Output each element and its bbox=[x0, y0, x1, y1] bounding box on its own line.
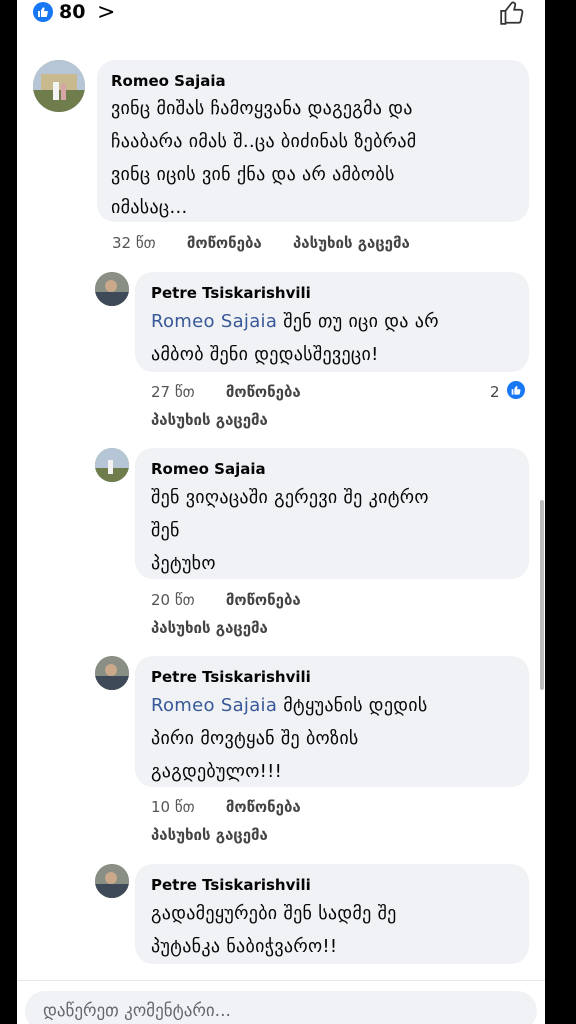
avatar[interactable] bbox=[33, 60, 85, 112]
comment-actions: 27 წთ მოწონება bbox=[151, 383, 327, 401]
comment-actions-2: პასუხის გაცემა bbox=[151, 826, 294, 844]
comment-actions: 32 წთ მოწონება პასუხის გაცემა bbox=[112, 234, 436, 252]
avatar[interactable] bbox=[95, 864, 129, 898]
comment-author[interactable]: Petre Tsiskarishvili bbox=[151, 876, 311, 894]
comment-bubble: Petre Tsiskarishvili Romeo Sajaia მტყუან… bbox=[135, 656, 529, 787]
comment-input-placeholder: დაწერეთ კომენტარი... bbox=[43, 1001, 231, 1021]
like-button[interactable]: მოწონება bbox=[226, 798, 301, 816]
comment-text: გადამეყურები შენ სადმე შე პუტანკა ნაბიჭვ… bbox=[151, 903, 397, 957]
scrollbar[interactable] bbox=[540, 500, 544, 690]
avatar[interactable] bbox=[95, 656, 129, 690]
comment-text: შენ ვიღაცაში გერევი შე კიტრო შენ პეტუხო bbox=[151, 487, 429, 574]
comment-composer: დაწერეთ კომენტარი... bbox=[17, 980, 545, 1024]
comments-screen: 80 > Romeo Sajaia ვინც მიშას ჩამოყვანა დ… bbox=[17, 0, 545, 1024]
comment-bubble: Romeo Sajaia შენ ვიღაცაში გერევი შე კიტრ… bbox=[135, 448, 529, 579]
reply-button[interactable]: პასუხის გაცემა bbox=[151, 411, 268, 429]
comment-text: ვინც მიშას ჩამოყვანა დაგეგმა და ჩააბარა … bbox=[111, 98, 417, 218]
comment-bubble: Petre Tsiskarishvili Romeo Sajaia შენ თუ… bbox=[135, 272, 529, 372]
thumbs-up-icon bbox=[507, 381, 525, 399]
comment-bubble: Romeo Sajaia ვინც მიშას ჩამოყვანა დაგეგმ… bbox=[97, 60, 529, 222]
comment-time: 32 წთ bbox=[112, 234, 156, 252]
reply-button[interactable]: პასუხის გაცემა bbox=[151, 826, 268, 844]
like-button[interactable]: მოწონება bbox=[187, 234, 262, 252]
thumbs-up-outline-icon[interactable] bbox=[499, 0, 525, 26]
comment-author[interactable]: Romeo Sajaia bbox=[111, 72, 226, 90]
comment-actions: 20 წთ მოწონება bbox=[151, 591, 327, 609]
comment-author[interactable]: Petre Tsiskarishvili bbox=[151, 284, 311, 302]
comment-text: Romeo Sajaia მტყუანის დედის პირი მოვტყან… bbox=[151, 695, 428, 782]
avatar[interactable] bbox=[95, 448, 129, 482]
comment-bubble: Petre Tsiskarishvili გადამეყურები შენ სა… bbox=[135, 864, 529, 964]
reactions-bar[interactable]: 80 > bbox=[17, 0, 545, 28]
comment-actions-2: პასუხის გაცემა bbox=[151, 619, 294, 637]
reply-button[interactable]: პასუხის გაცემა bbox=[151, 619, 268, 637]
comment-input[interactable]: დაწერეთ კომენტარი... bbox=[25, 991, 537, 1024]
like-count[interactable]: 2 bbox=[490, 383, 500, 401]
thumbs-up-icon bbox=[33, 2, 53, 22]
comment-actions: 10 წთ მოწონება bbox=[151, 798, 327, 816]
comment-author[interactable]: Romeo Sajaia bbox=[151, 460, 266, 478]
reaction-count[interactable]: 80 bbox=[59, 1, 85, 23]
reply-button[interactable]: პასუხის გაცემა bbox=[293, 234, 410, 252]
chevron-right-icon[interactable]: > bbox=[97, 0, 115, 25]
mention-link[interactable]: Romeo Sajaia bbox=[151, 695, 277, 716]
comment-text: Romeo Sajaia შენ თუ იცი და არ ამბობ შენი… bbox=[151, 311, 439, 365]
comment-time: 10 წთ bbox=[151, 798, 195, 816]
mention-link[interactable]: Romeo Sajaia bbox=[151, 311, 277, 332]
avatar[interactable] bbox=[95, 272, 129, 306]
like-button[interactable]: მოწონება bbox=[226, 591, 301, 609]
comment-actions-2: პასუხის გაცემა bbox=[151, 411, 294, 429]
like-button[interactable]: მოწონება bbox=[226, 383, 301, 401]
comment-time: 20 წთ bbox=[151, 591, 195, 609]
comment-time: 27 წთ bbox=[151, 383, 195, 401]
comment-author[interactable]: Petre Tsiskarishvili bbox=[151, 668, 311, 686]
